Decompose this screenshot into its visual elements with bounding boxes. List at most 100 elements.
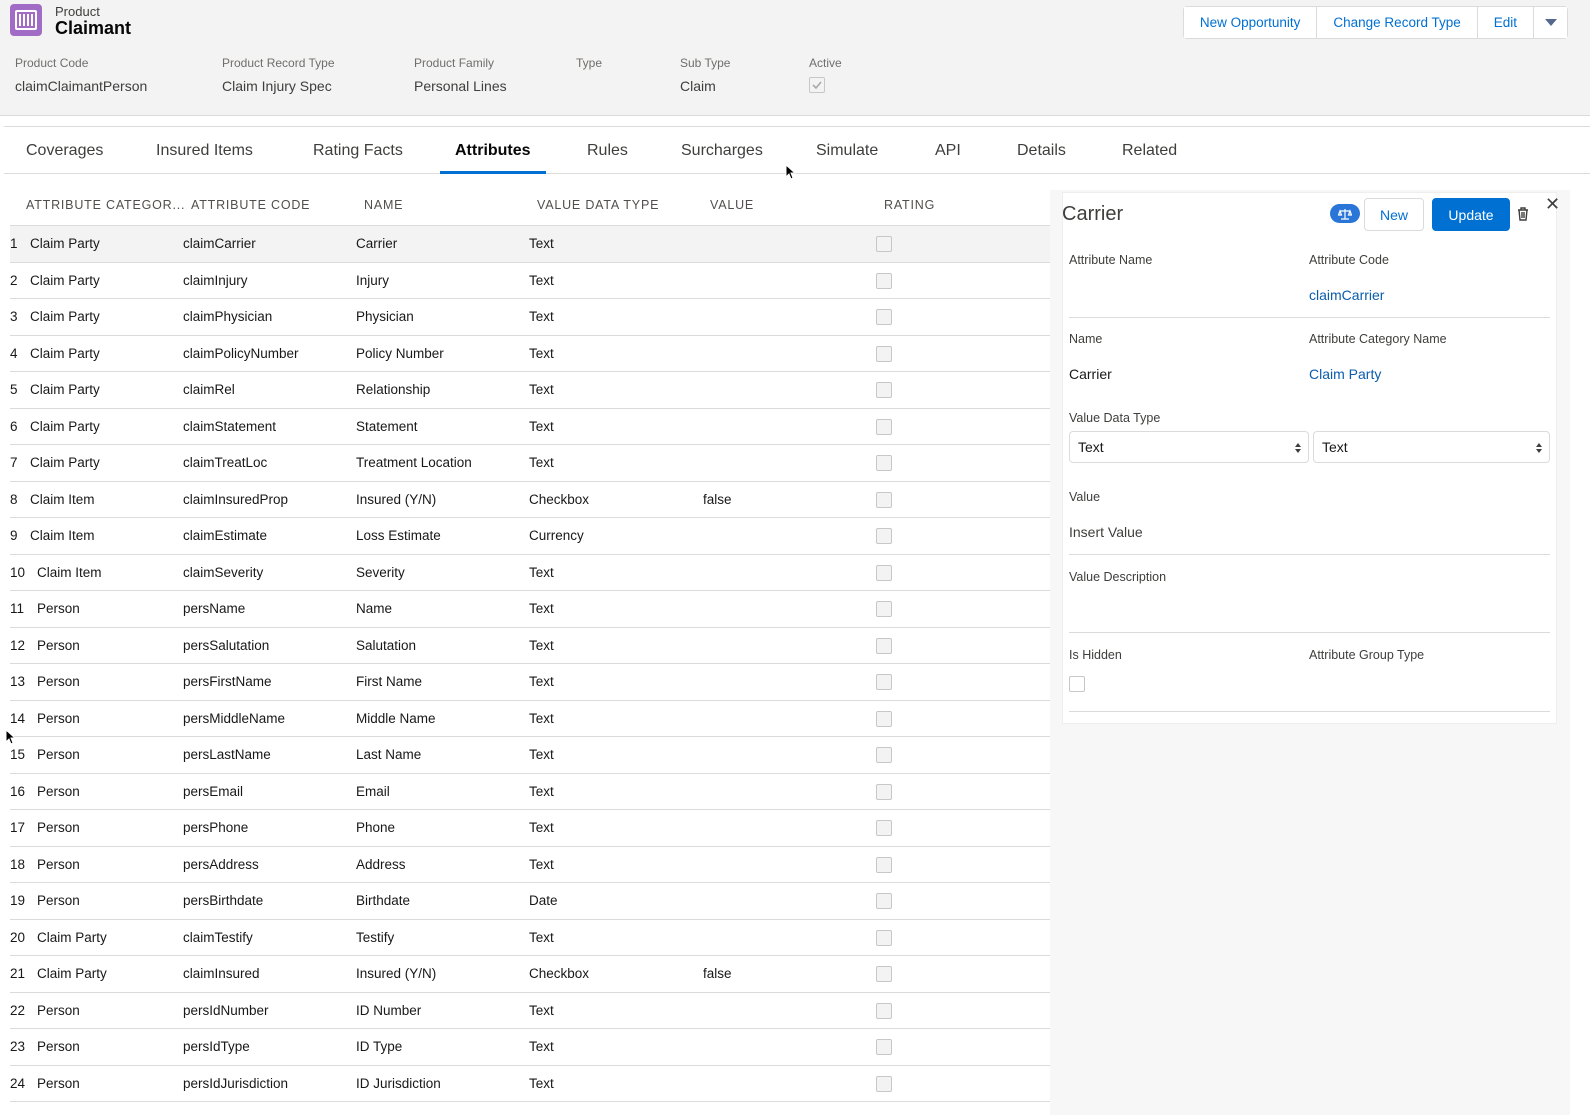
rating-checkbox[interactable] [876, 309, 892, 325]
category-cell: Person [37, 601, 80, 616]
update-button[interactable]: Update [1432, 198, 1510, 231]
table-row[interactable]: 6 Claim Party claimStatement Statement Text [10, 409, 1050, 445]
value-input[interactable]: Insert Value [1069, 524, 1143, 540]
column-header-category[interactable]: ATTRIBUTE CATEGOR... [26, 198, 185, 212]
rating-checkbox[interactable] [876, 1039, 892, 1055]
table-row[interactable]: 17 Person persPhone Phone Text [10, 810, 1050, 847]
table-row[interactable]: 1 Claim Party claimCarrier Carrier Text [10, 226, 1050, 263]
field-product-code: Product Code claimClaimantPerson [15, 56, 148, 94]
column-header-value[interactable]: VALUE [710, 198, 754, 212]
category-cell: Claim Party [30, 272, 100, 288]
value-data-subtype-select[interactable]: Text [1313, 431, 1550, 463]
change-record-type-button[interactable]: Change Record Type [1317, 7, 1478, 38]
name-cell: Insured (Y/N) [356, 966, 437, 981]
is-hidden-checkbox[interactable] [1069, 676, 1085, 692]
column-header-data-type[interactable]: VALUE DATA TYPE [537, 198, 659, 212]
rating-checkbox[interactable] [876, 455, 892, 471]
rating-checkbox[interactable] [876, 856, 892, 873]
new-button[interactable]: New [1364, 198, 1424, 231]
tab-coverages[interactable]: Coverages [26, 127, 103, 174]
name-cell: Severity [356, 564, 405, 580]
table-row[interactable]: 5 Claim Party claimRel Relationship Text [10, 372, 1050, 409]
rating-checkbox[interactable] [876, 272, 892, 289]
rating-checkbox[interactable] [876, 747, 892, 763]
rating-checkbox[interactable] [876, 893, 892, 909]
table-row[interactable]: 24 Person persIdJurisdiction ID Jurisdictio… [10, 1066, 1050, 1102]
table-row[interactable]: 16 Person persEmail Email Text [10, 774, 1050, 810]
table-row[interactable]: 11 Person persName Name Text [10, 591, 1050, 628]
tab-api[interactable]: API [935, 127, 961, 174]
rating-checkbox[interactable] [876, 236, 892, 252]
row-number: 23 [10, 1039, 26, 1054]
name-cell: Salutation [356, 637, 417, 653]
new-opportunity-button[interactable]: New Opportunity [1183, 7, 1318, 38]
rating-checkbox[interactable] [876, 783, 892, 800]
tab-details[interactable]: Details [1017, 127, 1066, 174]
table-row[interactable]: 10 Claim Item claimSeverity Severity Text [10, 555, 1050, 591]
tab-related[interactable]: Related [1122, 127, 1177, 174]
tab-insured-items[interactable]: Insured Items [156, 127, 253, 174]
code-cell: persAddress [183, 856, 259, 872]
table-row[interactable]: 13 Person persFirstName First Name Text [10, 664, 1050, 701]
table-row[interactable]: 15 Person persLastName Last Name Text [10, 737, 1050, 774]
table-row[interactable]: 21 Claim Party claimInsured Insured (Y/N) Ch… [10, 956, 1050, 993]
rating-checkbox[interactable] [876, 1002, 892, 1019]
table-row[interactable]: 14 Person persMiddleName Middle Name Text [10, 701, 1050, 737]
rating-checkbox[interactable] [876, 345, 892, 362]
trash-icon[interactable] [1517, 207, 1529, 221]
rating-checkbox[interactable] [876, 382, 892, 398]
rating-checkbox[interactable] [876, 710, 892, 727]
data-type-cell: Checkbox [529, 491, 590, 507]
category-cell: Person [37, 747, 80, 762]
rating-checkbox[interactable] [876, 418, 892, 435]
rating-checkbox[interactable] [876, 966, 892, 982]
table-row[interactable]: 12 Person persSalutation Salutation Text [10, 628, 1050, 664]
table-row[interactable]: 7 Claim Party claimTreatLoc Treatment Locat… [10, 445, 1050, 482]
field-sub-type: Sub Type Claim [680, 56, 731, 94]
category-cell: Claim Item [37, 564, 102, 580]
column-header-rating[interactable]: RATING [884, 198, 935, 212]
rating-checkbox[interactable] [876, 637, 892, 654]
row-number: 2 [10, 272, 18, 288]
table-row[interactable]: 23 Person persIdType ID Type Text [10, 1029, 1050, 1066]
more-actions-button[interactable] [1534, 7, 1567, 38]
tab-simulate[interactable]: Simulate [816, 127, 878, 174]
table-row[interactable]: 9 Claim Item claimEstimate Loss Estimate Cur… [10, 518, 1050, 555]
code-cell: claimSeverity [183, 564, 264, 580]
tab-rating-facts[interactable]: Rating Facts [313, 127, 403, 174]
record-header: Product Claimant New Opportunity Change … [0, 0, 1590, 116]
category-cell: Person [37, 1075, 80, 1091]
table-row[interactable]: 4 Claim Party claimPolicyNumber Policy Numb… [10, 336, 1050, 372]
table-row[interactable]: 2 Claim Party claimInjury Injury Text [10, 263, 1050, 299]
table-row[interactable]: 22 Person persIdNumber ID Number Text [10, 993, 1050, 1029]
rating-checkbox[interactable] [876, 820, 892, 836]
tab-attributes[interactable]: Attributes [440, 127, 546, 174]
tab-rules[interactable]: Rules [587, 127, 628, 174]
row-number: 22 [10, 1002, 26, 1018]
rating-checkbox[interactable] [876, 1075, 892, 1092]
edit-button[interactable]: Edit [1477, 7, 1534, 38]
table-row[interactable]: 8 Claim Item claimInsuredProp Insured (Y/N)… [10, 482, 1050, 518]
rating-checkbox[interactable] [876, 528, 892, 544]
rating-checkbox[interactable] [876, 929, 892, 946]
name-cell: Email [356, 783, 390, 799]
close-icon[interactable]: ✕ [1545, 194, 1560, 215]
column-header-code[interactable]: ATTRIBUTE CODE [191, 198, 310, 212]
category-cell: Person [37, 856, 80, 872]
tab-surcharges[interactable]: Surcharges [681, 127, 763, 174]
category-cell: Person [37, 1039, 80, 1054]
balance-scale-icon[interactable] [1330, 204, 1360, 223]
table-row[interactable]: 3 Claim Party claimPhysician Physician Text [10, 299, 1050, 336]
table-row[interactable]: 18 Person persAddress Address Text [10, 847, 1050, 883]
table-row[interactable]: 20 Claim Party claimTestify Testify Text [10, 920, 1050, 956]
row-number: 5 [10, 382, 18, 397]
category-cell: Claim Party [30, 455, 100, 470]
header-actions: New Opportunity Change Record Type Edit [1182, 6, 1568, 39]
rating-checkbox[interactable] [876, 491, 892, 508]
value-data-type-select[interactable]: Text [1069, 431, 1309, 463]
rating-checkbox[interactable] [876, 601, 892, 617]
column-header-name[interactable]: NAME [364, 198, 403, 212]
table-row[interactable]: 19 Person persBirthdate Birthdate Date [10, 883, 1050, 920]
rating-checkbox[interactable] [876, 674, 892, 690]
rating-checkbox[interactable] [876, 564, 892, 581]
